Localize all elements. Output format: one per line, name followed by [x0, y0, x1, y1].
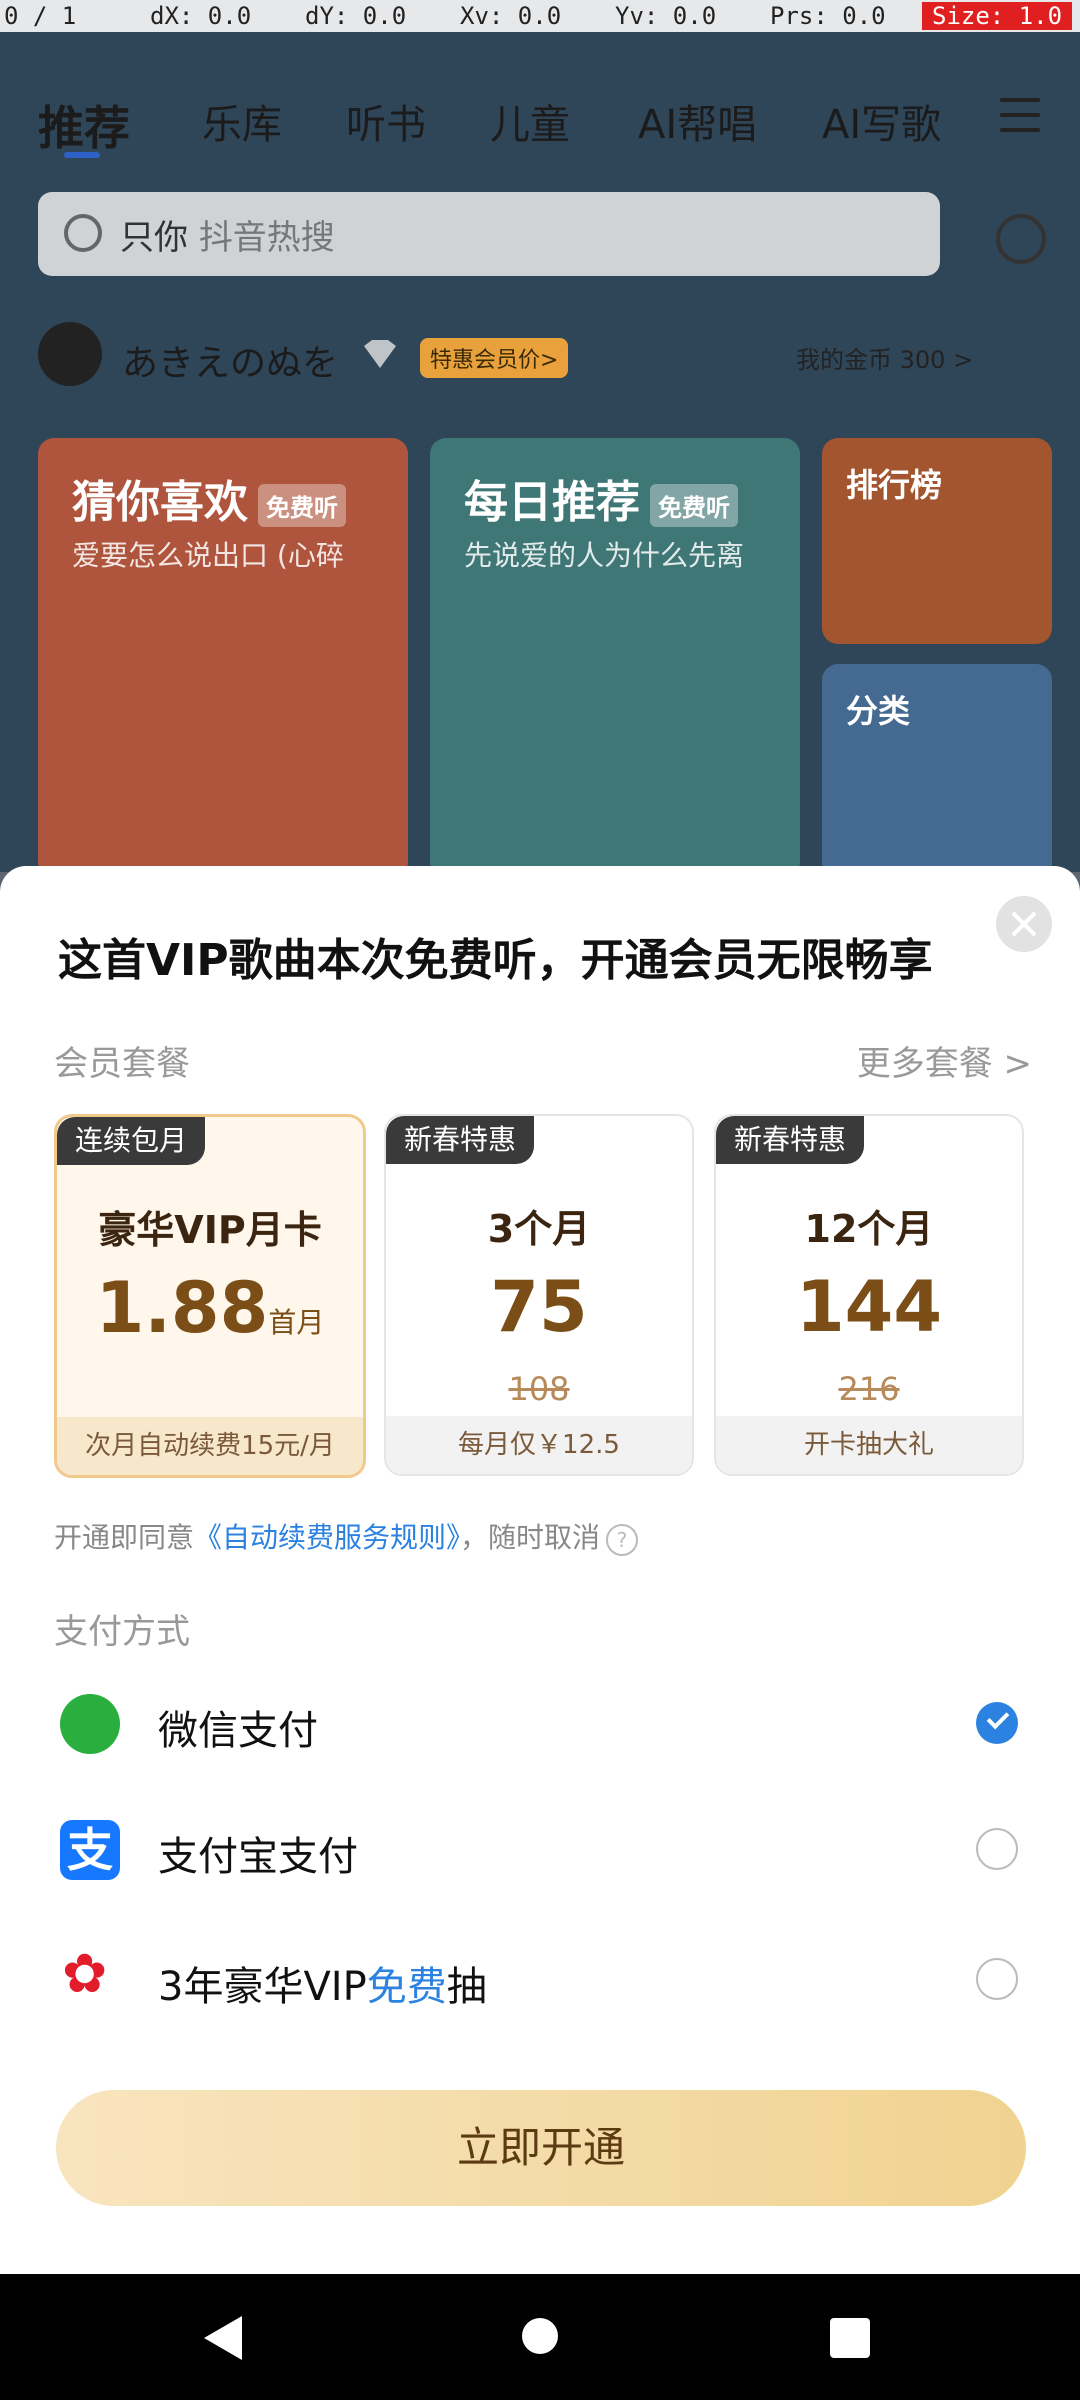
package-card-monthly[interactable]: 连续包月 豪华VIP月卡 1.88首月 次月自动续费15元/月 — [54, 1114, 366, 1478]
pressure-readout: Prs: 0.0 — [770, 2, 886, 30]
search-bar[interactable]: 只你 抖音热搜 — [38, 192, 940, 276]
back-icon[interactable] — [204, 2316, 242, 2360]
payment-label: 支付宝支付 — [158, 1834, 358, 1880]
tab-kids[interactable]: 儿童 — [490, 92, 570, 150]
free-badge: 免费听 — [258, 483, 346, 527]
coin-balance[interactable]: 我的金币 300 > — [796, 340, 973, 375]
active-tab-indicator — [64, 152, 100, 158]
tab-ai-sing[interactable]: AI帮唱 — [638, 92, 757, 150]
package-price: 75 — [490, 1266, 588, 1348]
package-footer: 开卡抽大礼 — [716, 1416, 1022, 1474]
price-unit: 首月 — [268, 1306, 325, 1339]
agreement-suffix: ，随时取消 — [460, 1521, 601, 1554]
vip-discount-tag[interactable]: 特惠会员价> — [420, 338, 569, 378]
card-daily-recommend[interactable]: 每日推荐 免费听 先说爱的人为什么先离 — [430, 438, 800, 878]
pointer-count: 0 / 1 — [4, 2, 77, 30]
music-home-background: 推荐 乐库 听书 儿童 AI帮唱 AI写歌 只你 抖音热搜 あきえのぬを 特惠会… — [0, 32, 1080, 878]
radio-selected-icon[interactable] — [976, 1702, 1018, 1744]
package-name: 3个月 — [487, 1207, 591, 1251]
radio-unselected-icon[interactable] — [976, 1958, 1018, 2000]
pointer-debug-bar: 0 / 1 dX: 0.0 dY: 0.0 Xv: 0.0 Yv: 0.0 Pr… — [0, 0, 1080, 32]
package-card-3-months[interactable]: 新春特惠 3个月 75 108 每月仅￥12.5 — [384, 1114, 694, 1476]
agreement-prefix: 开通即同意 — [54, 1521, 195, 1554]
card-title: 排行榜 — [846, 466, 943, 504]
size-readout: Size: 1.0 — [922, 2, 1073, 30]
tab-library[interactable]: 乐库 — [202, 92, 282, 150]
diamond-icon — [364, 340, 396, 368]
package-tag: 新春特惠 — [716, 1116, 865, 1164]
wechat-pay-icon — [60, 1694, 120, 1754]
tab-ai-write[interactable]: AI写歌 — [822, 92, 941, 150]
username[interactable]: あきえのぬを — [122, 334, 338, 386]
card-guess-you-like[interactable]: 猜你喜欢 免费听 爱要怎么说出口 (心碎 — [38, 438, 408, 878]
search-hint: 抖音热搜 — [198, 218, 335, 258]
activate-now-button[interactable]: 立即开通 — [56, 2090, 1026, 2206]
card-title: 分类 — [846, 692, 911, 730]
payment-header: 支付方式 — [54, 1612, 190, 1652]
more-packages-link[interactable]: 更多套餐 > — [857, 1036, 1032, 1085]
payment-option-wechat[interactable]: 微信支付 — [56, 1664, 1022, 1782]
auto-renew-rules-link[interactable]: 《自动续费服务规则》 — [194, 1521, 460, 1554]
package-tag: 新春特惠 — [386, 1116, 535, 1164]
card-title: 每日推荐 — [464, 477, 640, 528]
original-price: 108 — [508, 1370, 570, 1408]
sheet-title: 这首VIP歌曲本次免费听，开通会员无限畅享 — [58, 935, 933, 986]
card-subtitle: 爱要怎么说出口 (心碎 — [72, 539, 344, 572]
card-title: 猜你喜欢 — [72, 477, 248, 528]
package-name: 豪华VIP月卡 — [98, 1208, 322, 1252]
packages-header: 会员套餐 — [54, 1044, 190, 1084]
dy-readout: dY: 0.0 — [305, 2, 407, 30]
card-categories[interactable]: 分类 — [822, 664, 1052, 878]
card-subtitle: 先说爱的人为什么先离 — [464, 539, 745, 572]
package-name: 12个月 — [804, 1207, 934, 1251]
package-tag: 连续包月 — [57, 1117, 206, 1165]
menu-icon[interactable] — [1000, 98, 1040, 132]
close-icon[interactable] — [996, 896, 1052, 952]
recent-apps-icon[interactable] — [830, 2318, 870, 2358]
help-icon[interactable]: ? — [606, 1524, 639, 1556]
package-card-12-months[interactable]: 新春特惠 12个月 144 216 开卡抽大礼 — [714, 1114, 1024, 1476]
agreement-text: 开通即同意《自动续费服务规则》，随时取消? — [54, 1516, 639, 1556]
package-footer: 每月仅￥12.5 — [386, 1416, 692, 1474]
tab-audiobooks[interactable]: 听书 — [346, 92, 426, 150]
card-charts[interactable]: 排行榜 — [822, 438, 1052, 644]
promo-label: 3年豪华VIP免费抽 — [158, 1964, 487, 2010]
search-icon — [64, 214, 102, 252]
radio-unselected-icon[interactable] — [976, 1828, 1018, 1870]
package-price: 1.88 — [95, 1267, 269, 1349]
package-price: 144 — [795, 1266, 943, 1348]
free-badge: 免费听 — [650, 483, 738, 527]
alipay-icon: 支 — [60, 1820, 120, 1880]
yv-readout: Yv: 0.0 — [615, 2, 717, 30]
avatar[interactable] — [38, 322, 102, 386]
home-icon[interactable] — [522, 2318, 558, 2354]
original-price: 216 — [838, 1370, 900, 1408]
unionpay-icon — [60, 1942, 120, 2010]
payment-label: 微信支付 — [158, 1708, 318, 1754]
xv-readout: Xv: 0.0 — [460, 2, 562, 30]
search-placeholder: 只你 抖音热搜 — [120, 210, 335, 259]
promo-option-unionpay[interactable]: 3年豪华VIP免费抽 — [56, 1920, 1022, 2050]
payment-option-alipay[interactable]: 支 支付宝支付 — [56, 1790, 1022, 1908]
search-prefix: 只你 — [120, 218, 188, 258]
music-recognition-icon[interactable] — [996, 214, 1046, 264]
package-footer: 次月自动续费15元/月 — [57, 1417, 363, 1475]
tab-recommend[interactable]: 推荐 — [38, 92, 130, 158]
dx-readout: dX: 0.0 — [150, 2, 252, 30]
